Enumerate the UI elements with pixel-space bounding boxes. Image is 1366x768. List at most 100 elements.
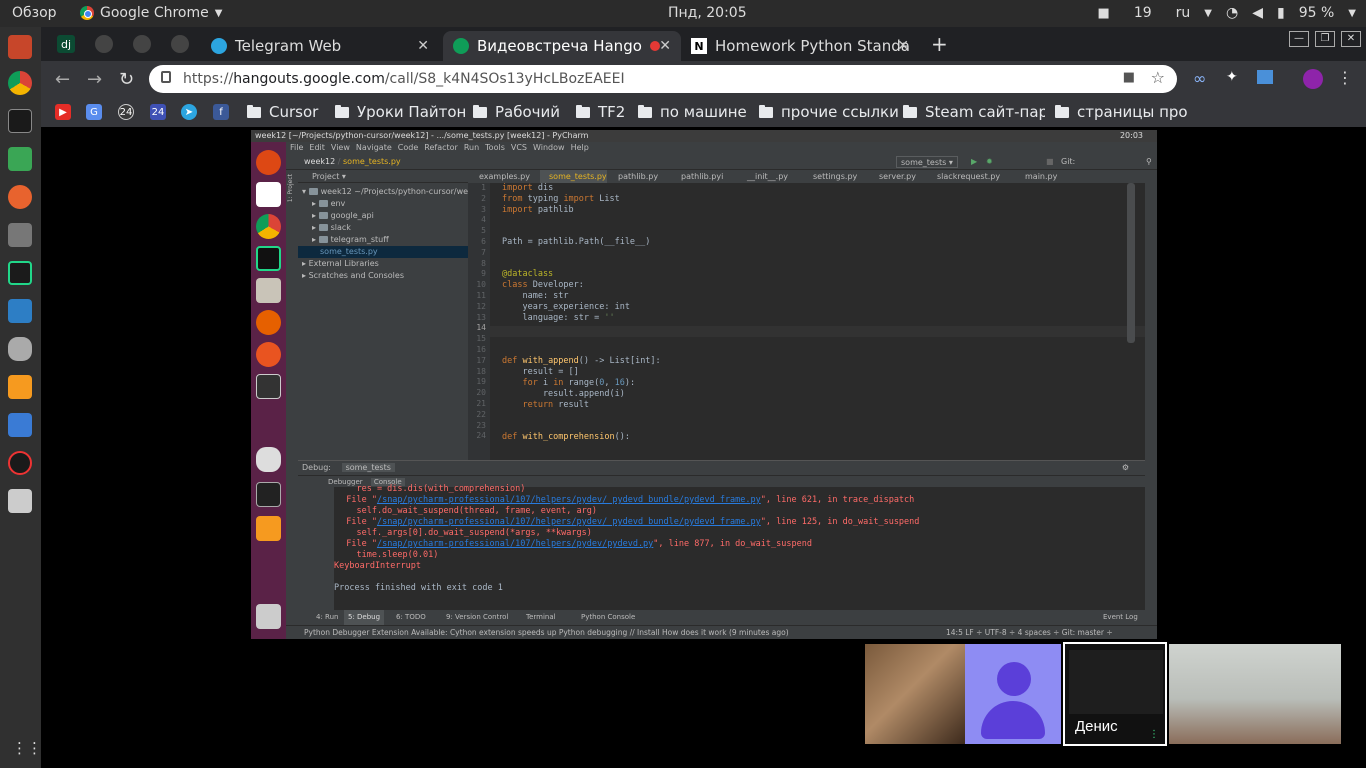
line-number: 6 [481, 237, 486, 246]
line-number: 23 [476, 420, 486, 430]
pycharm-app-icon[interactable] [8, 261, 32, 285]
battery-level: 95 % [1298, 5, 1335, 21]
status-message: Python Debugger Extension Available: Cyt… [304, 628, 789, 637]
bookmark-folder-python-lessons[interactable]: Уроки Пайтон [335, 103, 466, 121]
line-number: 20 [476, 388, 486, 398]
pinned-tab-github[interactable] [133, 35, 151, 53]
participant-thumbnail-2[interactable] [965, 644, 1061, 744]
debug-icon: ✹ [986, 157, 993, 166]
address-bar[interactable]: https://hangouts.google.com/call/S8_k4N4… [149, 65, 1177, 93]
forward-button[interactable]: → [87, 69, 102, 90]
calculator-app-icon[interactable] [8, 223, 32, 247]
telegram-bookmark-icon[interactable]: ➤ [181, 104, 197, 120]
extension-paw-icon[interactable]: ✦ [1226, 69, 1238, 85]
screenshot-app-icon[interactable] [8, 489, 32, 513]
app-menu[interactable]: Google Chrome ▼ [80, 5, 222, 21]
bookmark-folder-other-links[interactable]: прочие ссылки [759, 103, 899, 121]
tab-homework[interactable]: N Homework Python Standa ✕ [681, 31, 919, 61]
menu-window: Window [533, 143, 565, 152]
browser-app-icon[interactable] [8, 185, 32, 209]
back-button[interactable]: ← [55, 69, 70, 90]
chrome-app-icon[interactable] [8, 71, 32, 95]
bottom-tab-run: 4: Run [316, 613, 339, 621]
star-icon[interactable]: ☆ [1151, 68, 1165, 87]
ubuntu-icon [256, 150, 281, 175]
line-number: 22 [476, 409, 486, 419]
run-icon: ▶ [971, 157, 978, 166]
extension-screen-icon[interactable] [1257, 70, 1273, 84]
code-line-6: Path = pathlib.Path(__file__) [502, 237, 651, 247]
pinned-tab-cursor-2[interactable] [171, 35, 189, 53]
folder-icon [576, 104, 590, 118]
line-number: 14 [476, 323, 486, 333]
bookmark-24-icon[interactable]: 24 [118, 104, 134, 120]
folder-icon [903, 104, 917, 118]
bookmark-folder-project-pages[interactable]: страницы проек [1055, 103, 1187, 121]
side-project-label: 1: Project [287, 174, 294, 203]
keyboard-layout[interactable]: ru [1176, 5, 1191, 21]
close-icon[interactable]: ✕ [659, 38, 671, 54]
folder-icon [335, 104, 349, 118]
translate-bookmark-icon[interactable]: G [86, 104, 102, 120]
youtube-bookmark-icon[interactable]: ▶ [55, 104, 71, 120]
code-line-21: return result [502, 400, 590, 410]
terminal-app-icon[interactable] [8, 109, 32, 133]
bookmark-folder-cursor[interactable]: Cursor [247, 103, 318, 121]
folder-icon [473, 104, 487, 118]
activities-button[interactable]: Обзор [12, 5, 57, 21]
participant-thumbnail-1[interactable] [865, 644, 965, 744]
clock[interactable]: Пнд, 20:05 [668, 5, 747, 21]
system-top-bar: Обзор Google Chrome ▼ Пнд, 20:05 ■ 19 ru… [0, 0, 1366, 27]
breadcrumb-project: week12 [304, 157, 336, 166]
debug-header: Debug: some_tests ⚙ [298, 461, 1145, 475]
facebook-bookmark-icon[interactable]: f [213, 104, 229, 120]
camera-icon[interactable]: ■ [1123, 70, 1135, 85]
pinned-tab-dj[interactable]: dj [57, 35, 75, 53]
avatar-icon [997, 662, 1031, 696]
menu-view: View [330, 143, 350, 152]
database-app-icon[interactable] [8, 337, 32, 361]
gauge-app-icon[interactable] [8, 451, 32, 475]
bookmark-folder-steam[interactable]: Steam сайт-парс [903, 103, 1045, 121]
menu-tools: Tools [485, 143, 505, 152]
reload-button[interactable]: ↻ [119, 69, 134, 90]
close-window-button[interactable]: ✕ [1341, 31, 1361, 47]
editor-tab: examples.py [479, 172, 530, 181]
code-line-24: def with_comprehension(): [502, 432, 630, 442]
editor-scrollbar [1127, 183, 1135, 343]
profile-avatar[interactable] [1303, 69, 1323, 89]
tasks-app-icon[interactable] [8, 413, 32, 437]
participant-thumbnail-4[interactable] [1169, 644, 1341, 744]
bookmark-24-blue-icon[interactable]: 24 [150, 104, 166, 120]
extension-infinity-icon[interactable]: ∞ [1193, 69, 1206, 88]
minimize-button[interactable]: — [1289, 31, 1309, 47]
code-line-19: for i in range(0, 16): [502, 378, 636, 388]
system-tray[interactable]: ■ 19 ru ▼ ◔ ◀ ▮ 95 % ▼ [1098, 5, 1356, 21]
code-line-20: result.append(i) [502, 389, 625, 399]
pinned-tab-cursor[interactable] [95, 35, 113, 53]
slack-icon [256, 182, 281, 207]
bookmark-folder-car[interactable]: по машине [638, 103, 747, 121]
vscode-app-icon[interactable] [8, 299, 32, 323]
restore-button[interactable]: ❐ [1315, 31, 1335, 47]
new-tab-button[interactable]: + [931, 32, 948, 56]
sublime-app-icon[interactable] [8, 375, 32, 399]
console-line: File "/snap/pycharm-professional/107/hel… [336, 495, 915, 505]
tab-telegram[interactable]: Telegram Web ✕ [201, 31, 439, 61]
volume-icon: ◀ [1252, 5, 1263, 21]
bookmark-folder-tf2[interactable]: TF2 [576, 103, 625, 121]
tab-hangouts[interactable]: Видеовстреча Hango ✕ [443, 31, 681, 61]
spreadsheet-app-icon[interactable] [8, 147, 32, 171]
files-app-icon[interactable] [8, 35, 32, 59]
tray-badge-count: 19 [1133, 5, 1152, 21]
show-apps-icon[interactable]: ⋮⋮ [12, 739, 42, 757]
bookmark-folder-work[interactable]: Рабочий [473, 103, 560, 121]
files-icon [256, 278, 281, 303]
close-icon[interactable]: ✕ [897, 38, 909, 54]
code-line-2: from typing import List [502, 194, 620, 204]
url-host: hangouts.google.com [233, 71, 385, 87]
stop-icon: ■ [1046, 157, 1054, 166]
participant-thumbnail-denis[interactable]: Денис ⋮ [1063, 642, 1167, 746]
menu-icon[interactable]: ⋮ [1337, 68, 1353, 87]
close-icon[interactable]: ✕ [417, 38, 429, 54]
